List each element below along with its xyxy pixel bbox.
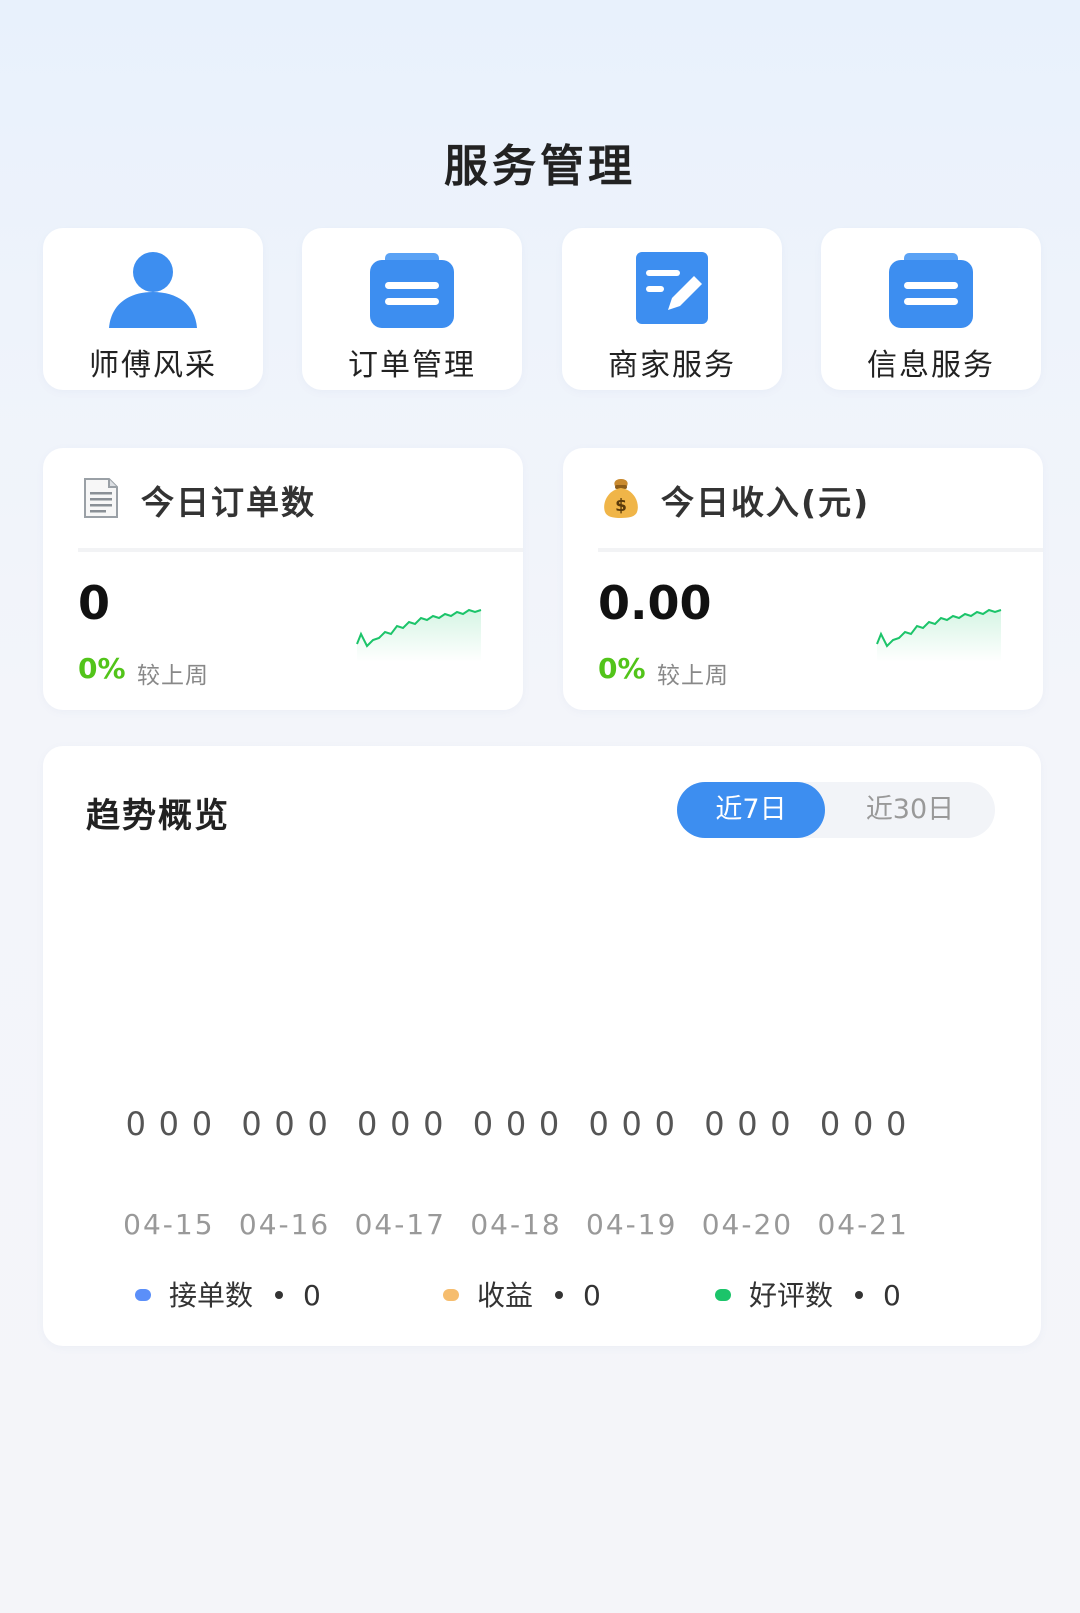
nav-card-order-management[interactable]: 订单管理 [302,228,522,390]
nav-card-info-service[interactable]: 信息服务 [821,228,1041,390]
legend-value: 0 [303,1279,321,1312]
legend-dot [443,1289,459,1301]
edit-icon [636,252,708,324]
chart-data-label: 0 [241,1105,261,1143]
chart-legend: 接单数 0 收益 0 好评数 0 [43,1276,1041,1316]
chart-data-label: 0 [588,1105,608,1143]
chart-data-label: 0 [390,1105,410,1143]
document-icon [84,478,118,518]
chart-data-label: 0 [820,1105,840,1143]
x-axis-tick-label: 04-17 [355,1208,446,1241]
legend-label: 收益 [477,1279,534,1312]
nav-label: 师傅风采 [89,348,217,383]
legend-item-revenue[interactable]: 收益 0 [443,1276,601,1316]
chart-data-label: 0 [192,1105,212,1143]
chart-data-label: 0 [357,1105,377,1143]
stat-title: 今日订单数 [141,483,316,522]
x-axis-tick-label: 04-21 [817,1208,908,1241]
stat-compare-label: 较上周 [137,663,209,689]
nav-card-merchant-service[interactable]: 商家服务 [562,228,782,390]
chart-data-label: 0 [159,1105,179,1143]
chart-data-label: 0 [126,1105,146,1143]
nav-label: 订单管理 [348,348,476,383]
x-axis-tick-label: 04-18 [470,1208,561,1241]
x-axis-tick-label: 04-19 [586,1208,677,1241]
sparkline-icon [356,608,482,662]
chart-data-label: 0 [307,1105,327,1143]
x-axis-tick-label: 04-15 [123,1208,214,1241]
legend-label: 好评数 [749,1279,834,1312]
legend-item-good-reviews[interactable]: 好评数 0 [715,1276,901,1316]
page-title: 服务管理 [444,141,636,192]
sparkline-icon [876,608,1002,662]
stat-value: 0.00 [598,576,712,630]
stat-card-today-income[interactable]: $ 今日收入(元) 0.00 0% 较上周 [563,448,1043,710]
user-icon [109,252,197,328]
chart-data-label: 0 [539,1105,559,1143]
nav-card-master-style[interactable]: 师傅风采 [43,228,263,390]
stat-compare-label: 较上周 [657,663,729,689]
chart-data-label: 0 [655,1105,675,1143]
chart-data-label: 0 [473,1105,493,1143]
chart-data-label: 0 [506,1105,526,1143]
divider [598,548,1043,552]
divider [78,548,523,552]
legend-separator [275,1291,284,1299]
legend-separator [855,1291,864,1299]
stat-change-percent: 0% [598,652,646,685]
chart-data-label: 0 [853,1105,873,1143]
stat-change-percent: 0% [78,652,126,685]
x-axis-tick-label: 04-20 [702,1208,793,1241]
nav-label: 信息服务 [867,348,995,383]
stat-value: 0 [78,576,111,630]
trend-chart: 000000000000000000000 04-15 04-16 04-17 04-… [123,1105,908,1241]
legend-dot [135,1289,151,1301]
svg-text:$: $ [615,496,627,516]
chart-data-label: 0 [737,1105,757,1143]
chart-data-label: 0 [622,1105,642,1143]
stat-card-today-orders[interactable]: 今日订单数 0 0% 较上周 [43,448,523,710]
legend-separator [555,1291,564,1299]
legend-dot [715,1289,731,1301]
chart-data-label: 0 [274,1105,294,1143]
clipboard-icon [370,253,454,328]
clipboard-icon [889,253,973,328]
money-bag-icon: $ [604,479,638,518]
legend-label: 接单数 [169,1279,254,1312]
nav-label: 商家服务 [608,348,736,383]
trend-overview-card: 趋势概览 近7日 近30日 000000000000000000000 04-1… [43,746,1041,1346]
chart-data-label: 0 [770,1105,790,1143]
chart-data-label: 0 [704,1105,724,1143]
legend-value: 0 [583,1279,601,1312]
x-axis-tick-label: 04-16 [239,1208,330,1241]
legend-value: 0 [883,1279,901,1312]
chart-data-label: 0 [886,1105,906,1143]
service-nav-grid: 师傅风采 订单管理 商家服务 信息服务 [43,228,1041,390]
legend-item-orders[interactable]: 接单数 0 [135,1276,321,1316]
chart-data-label: 0 [423,1105,443,1143]
stat-title: 今日收入(元) [661,483,871,522]
